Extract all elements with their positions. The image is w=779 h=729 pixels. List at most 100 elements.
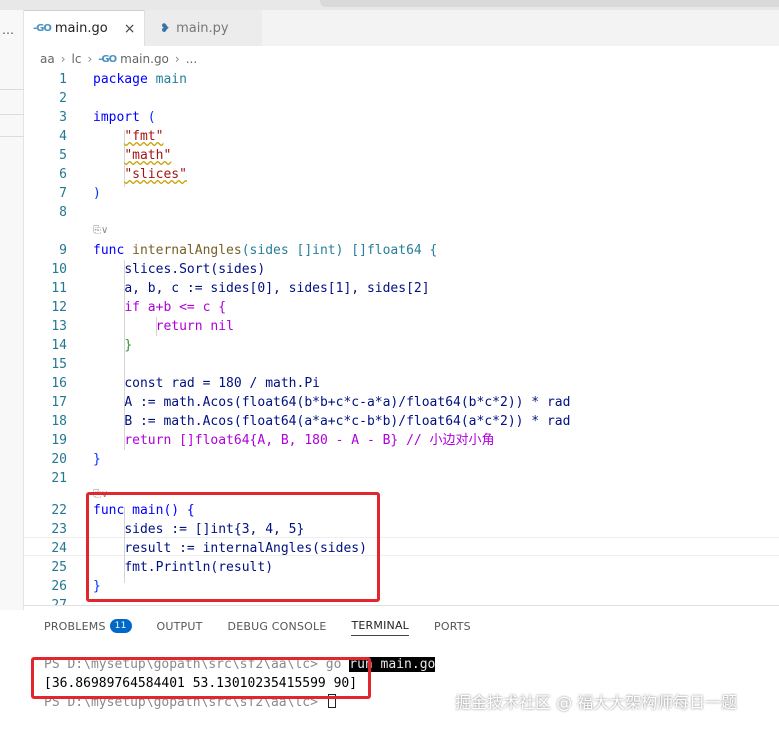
code-line: 13 return nil: [24, 317, 779, 336]
panel-tab-label: OUTPUT: [156, 619, 203, 633]
code-segment: return nil: [155, 319, 234, 334]
bracket: (: [147, 110, 156, 125]
line-number: 4: [59, 129, 67, 144]
line-number: 1: [59, 72, 67, 87]
breadcrumb-item[interactable]: aa: [40, 52, 55, 66]
explorer-divider: [0, 114, 24, 115]
tab-terminal[interactable]: TERMINAL: [351, 616, 410, 636]
breadcrumb-item[interactable]: ...: [186, 52, 197, 66]
line-number: 7: [59, 186, 67, 201]
line-number: 15: [51, 357, 67, 372]
python-file-icon: ❥: [160, 21, 171, 35]
keyword: package: [93, 72, 148, 87]
code-line: 2: [24, 89, 779, 108]
highlight-box-output: [31, 657, 371, 699]
editor-tab-bar: -GO main.go × ❥ main.py: [24, 10, 779, 46]
window-title-strip: [0, 0, 779, 10]
keyword: import: [93, 110, 140, 125]
line-number: 24: [51, 541, 67, 556]
tab-problems[interactable]: PROBLEMS 11: [44, 616, 132, 636]
tab-main-go[interactable]: -GO main.go ×: [24, 10, 144, 46]
code-segment: return []float64{A, B, 180 - A - B} // 小…: [124, 433, 495, 448]
code-segment: B := math.Acos(float64(a*a+c*c-b*b)/floa…: [124, 414, 571, 429]
code-segment: if a+b <= c {: [124, 300, 227, 315]
breadcrumb-chevron-icon: ›: [87, 52, 93, 66]
line-number: 19: [51, 433, 67, 448]
function-name: internalAngles: [132, 243, 242, 258]
code-line: 18 B := math.Acos(float64(a*a+c*c-b*b)/f…: [24, 412, 779, 431]
string-literal: "math": [124, 148, 172, 163]
tab-ports[interactable]: PORTS: [434, 616, 471, 636]
code-line: 19 return []float64{A, B, 180 - A - B} /…: [24, 431, 779, 450]
title-strip-region: [320, 0, 779, 7]
code-line: 11 a, b, c := sides[0], sides[1], sides[…: [24, 279, 779, 298]
code-line: 6 "slices": [24, 165, 779, 184]
breadcrumb-chevron-icon: ›: [60, 52, 66, 66]
string-literal: "slices": [124, 167, 187, 182]
bracket: ): [93, 186, 101, 201]
code-line: 5 "math": [24, 146, 779, 165]
line-number: 6: [59, 167, 67, 182]
code-line: 15: [24, 355, 779, 374]
line-number: 13: [51, 319, 67, 334]
line-number: 22: [51, 503, 67, 518]
tab-label: main.go: [54, 21, 108, 36]
more-actions-icon[interactable]: ⋯: [2, 26, 14, 40]
string-literal: "fmt": [124, 129, 164, 144]
breadcrumb: aa › lc › -GO main.go › ...: [40, 50, 197, 68]
code-segment: A := math.Acos(float64(b*b+c*c-a*a)/floa…: [124, 395, 571, 410]
code-line: 14 }: [24, 336, 779, 355]
panel-tab-label: DEBUG CONSOLE: [227, 619, 327, 633]
explorer-divider: [0, 136, 24, 137]
code-lens-icon[interactable]: ⎘∨: [93, 224, 108, 238]
tab-main-py[interactable]: ❥ main.py: [144, 10, 262, 46]
line-number: 18: [51, 414, 67, 429]
line-number: 23: [51, 522, 67, 537]
tab-output[interactable]: OUTPUT: [157, 616, 203, 636]
line-number: 25: [51, 560, 67, 575]
breadcrumb-item[interactable]: lc: [72, 52, 82, 66]
panel-tabs: PROBLEMS 11 OUTPUT DEBUG CONSOLE TERMINA…: [44, 616, 496, 638]
breadcrumb-chevron-icon: ›: [174, 52, 180, 66]
code-line: 10 slices.Sort(sides): [24, 260, 779, 279]
bracket: }: [93, 452, 101, 467]
line-number: 9: [59, 243, 67, 258]
line-number: 10: [51, 262, 67, 277]
code-line: 16 const rad = 180 / math.Pi: [24, 374, 779, 393]
line-number: 5: [59, 148, 67, 163]
line-number: 12: [51, 300, 67, 315]
problems-count-badge: 11: [109, 619, 132, 633]
code-segment: a, b, c := sides[0], sides[1], sides[2]: [124, 281, 430, 296]
code-line: 20}: [24, 450, 779, 469]
go-file-icon: -GO: [33, 23, 52, 34]
go-file-icon: -GO: [98, 53, 117, 65]
code-line: 21: [24, 469, 779, 488]
line-number: 21: [51, 471, 67, 486]
line-number: 20: [51, 452, 67, 467]
explorer-edge: ⋯: [0, 10, 24, 610]
code-line: 17 A := math.Acos(float64(b*b+c*c-a*a)/f…: [24, 393, 779, 412]
code-segment: const rad = 180 / math.Pi: [124, 376, 320, 391]
line-number: 2: [59, 91, 67, 106]
code-line: 4 "fmt": [24, 127, 779, 146]
watermark: 掘金技术社区 @ 福大大架构师每日一题: [455, 693, 738, 712]
panel-tab-label: TERMINAL: [351, 619, 410, 632]
code-segment: (sides []int) []float64 {: [241, 243, 438, 258]
panel-tab-label: PROBLEMS: [44, 619, 106, 633]
code-line: 12 if a+b <= c {: [24, 298, 779, 317]
line-number: 26: [51, 579, 67, 594]
code-line: 9 func internalAngles(sides []int) []floa…: [24, 241, 779, 260]
breadcrumb-item[interactable]: main.go: [120, 52, 169, 66]
close-icon[interactable]: ×: [124, 21, 136, 37]
code-line: 8: [24, 203, 779, 222]
line-number: 27: [24, 596, 67, 605]
code-segment: slices.Sort(sides): [124, 262, 266, 277]
highlight-box-main-func: [86, 492, 380, 602]
line-number: 3: [59, 110, 67, 125]
identifier: main: [155, 72, 187, 87]
tab-label: main.py: [176, 20, 229, 36]
tab-debug-console[interactable]: DEBUG CONSOLE: [228, 616, 327, 636]
line-number: 14: [51, 338, 67, 353]
line-number: 16: [51, 376, 67, 391]
keyword: func: [93, 243, 125, 258]
